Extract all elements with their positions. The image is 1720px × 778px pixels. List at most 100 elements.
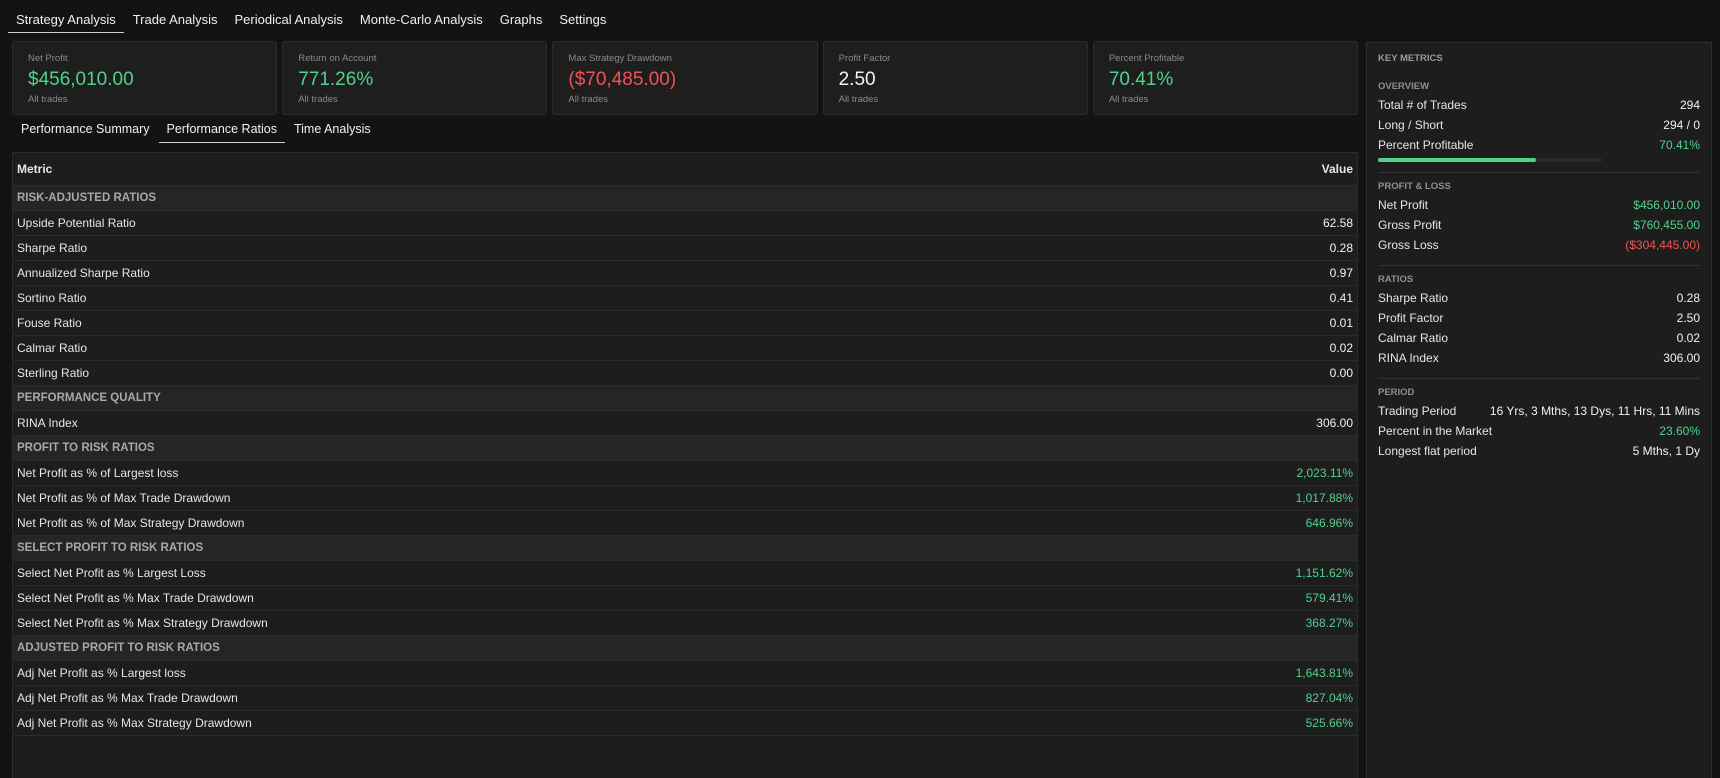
metric-value: 827.04% (1305, 691, 1353, 705)
tab-performance-summary[interactable]: Performance Summary (13, 119, 158, 143)
divider (1378, 378, 1700, 379)
key-metric-label: Percent in the Market (1378, 424, 1493, 438)
card-label: Percent Profitable (1108, 53, 1185, 64)
key-metric-total-of-trades: Total # of Trades 294 (1378, 95, 1700, 115)
table-row[interactable]: Select Net Profit as % Largest Loss 1,151… (13, 561, 1357, 586)
metric-label: Net Profit as % of Max Strategy Drawdown (17, 516, 245, 530)
table-row[interactable]: Net Profit as % of Largest loss 2,023.11% (13, 461, 1357, 486)
key-metric-label: Trading Period (1378, 404, 1457, 418)
table-row[interactable]: Adj Net Profit as % Max Strategy Drawdow… (13, 711, 1357, 736)
key-metric-value: 5 Mths, 1 Dy (1632, 444, 1700, 458)
tab-trade-analysis[interactable]: Trade Analysis (125, 10, 226, 33)
card-net-profit: Net Profit $456,010.00 All trades (12, 41, 278, 115)
metric-label: Net Profit as % of Max Trade Drawdown (17, 491, 231, 505)
key-metric-value: 0.02 (1676, 331, 1700, 345)
key-metric-longest-flat-period: Longest flat period 5 Mths, 1 Dy (1378, 441, 1700, 461)
metric-value: 0.97 (1329, 266, 1353, 280)
key-metric-label: Gross Profit (1378, 218, 1442, 232)
card-subtitle: All trades (1108, 94, 1149, 105)
key-metrics-panel: KEY METRICS OVERVIEW Total # of Trades 294… (1366, 42, 1712, 778)
section-label: RISK-ADJUSTED RATIOS (17, 192, 157, 204)
column-header-metric: Metric (17, 162, 53, 176)
table-header: Metric Value (13, 153, 1357, 186)
section-label: ADJUSTED PROFIT TO RISK RATIOS (17, 642, 220, 654)
section-label: PERFORMANCE QUALITY (17, 392, 161, 404)
table-row[interactable]: Annualized Sharpe Ratio 0.97 (13, 261, 1357, 286)
tab-periodical-analysis[interactable]: Periodical Analysis (227, 10, 351, 33)
key-metric-value: $760,455.00 (1633, 218, 1700, 232)
table-row[interactable]: Select Net Profit as % Max Trade Drawdow… (13, 586, 1357, 611)
main-tab-bar: Strategy Analysis Trade Analysis Periodica… (8, 10, 615, 34)
key-metric-value: 16 Yrs, 3 Mths, 13 Dys, 11 Hrs, 11 Mins (1489, 404, 1700, 418)
table-row[interactable]: Sterling Ratio 0.00 (13, 361, 1357, 386)
section-label: PROFIT TO RISK RATIOS (17, 442, 155, 454)
table-row[interactable]: Net Profit as % of Max Strategy Drawdown… (13, 511, 1357, 536)
metric-value: 1,017.88% (1295, 491, 1353, 505)
key-metric-long-short: Long / Short 294 / 0 (1378, 115, 1700, 135)
key-metric-value: 2.50 (1676, 311, 1700, 325)
metric-label: RINA Index (17, 416, 78, 430)
metric-value: 579.41% (1305, 591, 1353, 605)
metric-value: 62.58 (1322, 216, 1353, 230)
table-row[interactable]: Sharpe Ratio 0.28 (13, 236, 1357, 261)
summary-cards: Net Profit $456,010.00 All trades Return on… (12, 41, 1359, 115)
metric-label: Upside Potential Ratio (17, 216, 136, 230)
divider (1378, 265, 1700, 266)
card-label: Net Profit (28, 53, 68, 64)
key-metric-gross-profit: Gross Profit $760,455.00 (1378, 215, 1700, 235)
table-row[interactable]: Adj Net Profit as % Largest loss 1,643.81… (13, 661, 1357, 686)
table-row[interactable]: Upside Potential Ratio 62.58 (13, 211, 1357, 236)
metric-label: Calmar Ratio (17, 341, 88, 355)
key-metric-rina-index: RINA Index 306.00 (1378, 348, 1700, 368)
key-metric-value: $456,010.00 (1633, 198, 1700, 212)
tab-monte-carlo-analysis[interactable]: Monte-Carlo Analysis (352, 10, 491, 33)
table-row[interactable]: Select Net Profit as % Max Strategy Draw… (13, 611, 1357, 636)
table-row[interactable]: RINA Index 306.00 (13, 411, 1357, 436)
metric-label: Sortino Ratio (17, 291, 87, 305)
percent-profitable-progress-bar (1378, 158, 1602, 162)
section-title-overview: OVERVIEW (1378, 81, 1430, 92)
table-row[interactable]: Calmar Ratio 0.02 (13, 336, 1357, 361)
tab-graphs[interactable]: Graphs (492, 10, 551, 33)
card-return-on-account: Return on Account 771.26% All trades (282, 41, 548, 115)
card-max-strategy-drawdown: Max Strategy Drawdown ($70,485.00) All tra… (552, 41, 818, 115)
card-value: 70.41% (1108, 69, 1174, 90)
key-metric-profit-factor: Profit Factor 2.50 (1378, 308, 1700, 328)
section-title-ratios: RATIOS (1378, 274, 1414, 285)
tab-performance-ratios[interactable]: Performance Ratios (158, 119, 285, 143)
metric-label: Sterling Ratio (17, 366, 90, 380)
metric-value: 1,151.62% (1295, 566, 1353, 580)
section-header-profit-to-risk-ratios: PROFIT TO RISK RATIOS (13, 436, 1357, 461)
performance-ratios-table: Metric Value RISK-ADJUSTED RATIOS Upside … (12, 152, 1358, 778)
metric-value: 0.41 (1329, 291, 1353, 305)
section-title-period: PERIOD (1378, 387, 1415, 398)
tab-settings[interactable]: Settings (551, 10, 614, 33)
key-metric-label: Long / Short (1378, 118, 1444, 132)
metric-label: Select Net Profit as % Max Strategy Draw… (17, 616, 268, 630)
tab-time-analysis[interactable]: Time Analysis (286, 119, 379, 143)
table-row[interactable]: Adj Net Profit as % Max Trade Drawdown 82… (13, 686, 1357, 711)
table-row[interactable]: Net Profit as % of Max Trade Drawdown 1,0… (13, 486, 1357, 511)
key-metric-percent-in-the-market: Percent in the Market 23.60% (1378, 421, 1700, 441)
card-subtitle: All trades (838, 94, 879, 105)
metric-value: 0.00 (1329, 366, 1353, 380)
key-metric-value: ($304,445.00) (1625, 238, 1700, 252)
section-header-performance-quality: PERFORMANCE QUALITY (13, 386, 1357, 411)
key-metric-calmar-ratio: Calmar Ratio 0.02 (1378, 328, 1700, 348)
metric-label: Annualized Sharpe Ratio (17, 266, 150, 280)
card-subtitle: All trades (298, 94, 338, 105)
key-metric-value: 70.41% (1659, 138, 1700, 152)
key-metric-label: Percent Profitable (1378, 138, 1474, 152)
table-row[interactable]: Fouse Ratio 0.01 (13, 311, 1357, 336)
metric-label: Adj Net Profit as % Largest loss (17, 666, 186, 680)
tab-strategy-analysis[interactable]: Strategy Analysis (8, 10, 124, 33)
metric-value: 368.27% (1305, 616, 1353, 630)
key-metric-value: 294 (1679, 98, 1700, 112)
card-percent-profitable: Percent Profitable 70.41% All trades (1092, 41, 1359, 115)
card-label: Profit Factor (838, 53, 891, 64)
metric-value: 2,023.11% (1296, 466, 1354, 480)
key-metric-net-profit: Net Profit $456,010.00 (1378, 195, 1700, 215)
metric-value: 646.96% (1305, 516, 1353, 530)
metric-value: 525.66% (1305, 716, 1353, 730)
table-row[interactable]: Sortino Ratio 0.41 (13, 286, 1357, 311)
